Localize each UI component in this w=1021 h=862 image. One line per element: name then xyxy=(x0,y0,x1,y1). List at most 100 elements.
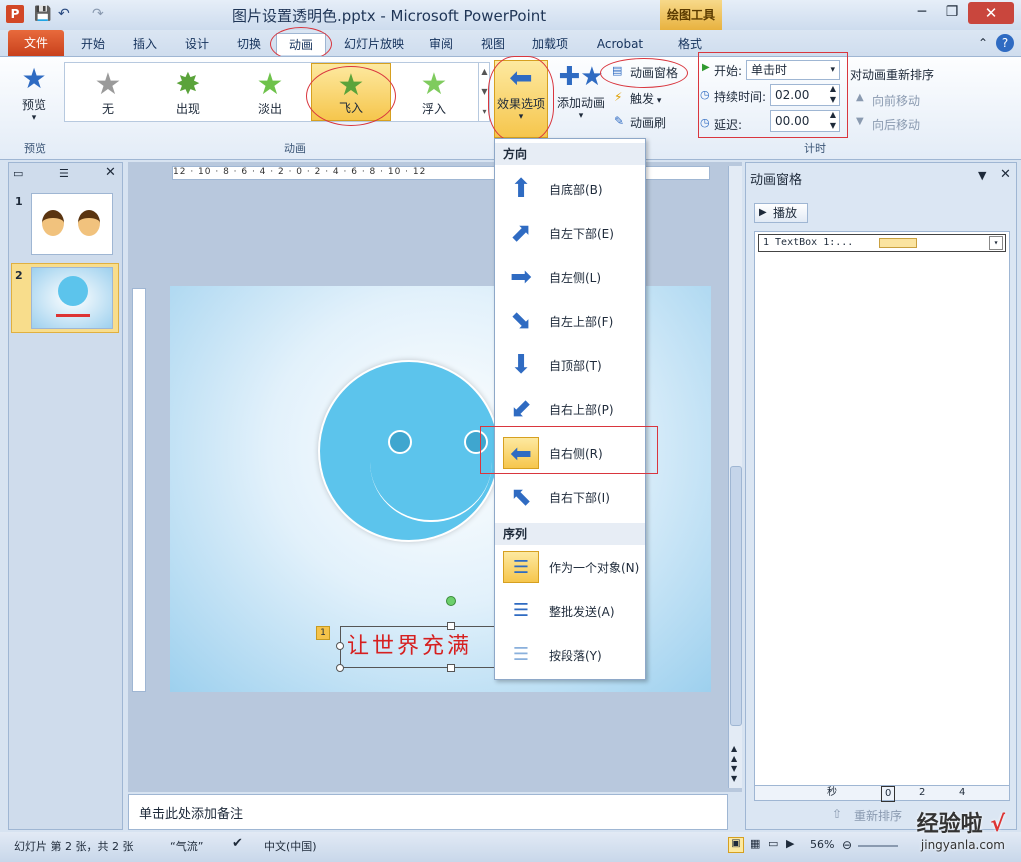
scroll-thumb[interactable] xyxy=(730,466,742,726)
add-animation-button[interactable]: ✚★ 添加动画 ▾ xyxy=(556,60,606,134)
watermark: 经验啦 √ jingyanla.com xyxy=(916,812,1005,852)
spinner-icon[interactable]: ▲ ▼ xyxy=(830,109,836,131)
slides-tab-icon[interactable]: ▭ xyxy=(13,167,23,180)
reading-view-icon[interactable]: ▭ xyxy=(768,837,778,850)
menu-item-from-top-left[interactable]: ⬊ 自左上部(F) xyxy=(495,299,645,343)
timeline-zero: 0 xyxy=(881,786,896,802)
star-icon: ★ xyxy=(94,67,122,102)
powerpoint-icon[interactable]: P xyxy=(6,5,24,23)
menu-item-as-one-object[interactable]: ☰ 作为一个对象(N) xyxy=(495,545,645,589)
chevron-down-icon[interactable]: ▾ xyxy=(989,236,1003,250)
smiley-face-shape[interactable] xyxy=(318,360,500,542)
resize-handle[interactable] xyxy=(447,622,455,630)
animation-list-item[interactable]: 1 TextBox 1:... ▾ xyxy=(758,234,1006,252)
window-title: 图片设置透明色.pptx - Microsoft PowerPoint xyxy=(232,7,547,25)
play-icon: ▶ xyxy=(759,207,767,218)
undo-icon[interactable]: ↶ xyxy=(58,6,70,22)
close-pane-icon[interactable]: ✕ xyxy=(1000,167,1011,182)
close-panel-icon[interactable]: ✕ xyxy=(105,165,116,180)
animation-painter-button[interactable]: ✎ 动画刷 xyxy=(614,114,666,131)
menu-item-by-paragraph[interactable]: ☰ 按段落(Y) xyxy=(495,633,645,677)
arrow-up-icon: ⬆ xyxy=(510,174,532,204)
pane-options-icon[interactable]: ▼ xyxy=(978,169,986,182)
add-star-icon: ✚★ xyxy=(558,62,604,92)
menu-item-from-left[interactable]: ➡ 自左侧(L) xyxy=(495,255,645,299)
vertical-scrollbar[interactable]: ▲ ▲ ▼ ▼ xyxy=(728,166,742,788)
gallery-item-appear[interactable]: ✸ 出现 xyxy=(149,63,227,121)
delay-input[interactable]: 00.00 ▲ ▼ xyxy=(770,110,840,132)
timing-group-label: 计时 xyxy=(804,142,826,155)
tab-transitions[interactable]: 切换 xyxy=(226,33,272,55)
resize-handle[interactable] xyxy=(447,664,455,672)
timeline-two: 2 xyxy=(919,787,926,798)
save-icon[interactable]: 💾 xyxy=(34,6,51,22)
collapse-ribbon-icon[interactable]: ⌃ xyxy=(978,36,988,50)
slide-thumbnail-1[interactable] xyxy=(31,193,113,255)
zoom-out-icon[interactable]: ⊖ xyxy=(842,838,852,852)
redo-icon[interactable]: ↷ xyxy=(92,6,104,22)
menu-item-from-top[interactable]: ⬇ 自顶部(T) xyxy=(495,343,645,387)
resize-handle[interactable] xyxy=(336,664,344,672)
arrow-down-left-icon: ⬋ xyxy=(510,394,532,424)
slide-number-2: 2 xyxy=(15,269,23,282)
theme-name: “气流” xyxy=(170,840,204,853)
chevron-down-icon: ▾ xyxy=(578,111,584,121)
cartoon-face-image xyxy=(42,210,64,236)
move-later-button[interactable]: ▼ 向后移动 xyxy=(856,116,920,133)
zoom-slider[interactable] xyxy=(858,845,898,847)
reorder-button[interactable]: ⇧ 重新排序 xyxy=(832,807,902,824)
rotate-handle[interactable] xyxy=(446,596,456,606)
spellcheck-icon[interactable]: ✔ xyxy=(232,836,243,851)
tab-view[interactable]: 视图 xyxy=(470,33,516,55)
slide-sorter-icon[interactable]: ▦ xyxy=(750,837,760,850)
tab-slideshow[interactable]: 幻灯片放映 xyxy=(334,33,414,55)
language[interactable]: 中文(中国) xyxy=(264,838,317,854)
tab-review[interactable]: 审阅 xyxy=(418,33,464,55)
gallery-item-fade[interactable]: ★ 淡出 xyxy=(231,63,309,121)
tab-acrobat[interactable]: Acrobat xyxy=(588,33,652,55)
spinner-icon[interactable]: ▲ ▼ xyxy=(830,83,836,105)
restore-button[interactable]: ❐ xyxy=(938,4,966,24)
tab-addins[interactable]: 加载项 xyxy=(522,33,578,55)
menu-item-all-at-once[interactable]: ☰ 整批发送(A) xyxy=(495,589,645,633)
left-eye-shape xyxy=(388,430,412,454)
zoom-level[interactable]: 56% xyxy=(810,838,834,851)
cartoon-face-image xyxy=(78,210,100,236)
menu-item-from-bottom[interactable]: ⬆ 自底部(B) xyxy=(495,167,645,211)
animation-order-tag[interactable]: 1 xyxy=(316,626,330,640)
tab-design[interactable]: 设计 xyxy=(174,33,220,55)
preview-button[interactable]: ★ 预览 ▾ xyxy=(14,62,54,136)
arrow-down-icon: ⬇ xyxy=(510,350,532,380)
normal-view-icon[interactable]: ▣ xyxy=(728,837,744,853)
tab-file[interactable]: 文件 xyxy=(8,30,64,56)
minimize-button[interactable]: ─ xyxy=(908,4,936,24)
slide-textbox[interactable]: 让世界充满 xyxy=(340,626,500,668)
menu-item-from-bottom-left[interactable]: ⬈ 自左下部(E) xyxy=(495,211,645,255)
annotation-ring-effect-options xyxy=(488,56,554,142)
drawing-tools-context: 绘图工具 xyxy=(660,0,722,30)
gallery-item-none[interactable]: ★ 无 xyxy=(69,63,147,121)
menu-item-from-bottom-right[interactable]: ⬉ 自右下部(I) xyxy=(495,475,645,519)
tab-home[interactable]: 开始 xyxy=(70,33,116,55)
duration-input[interactable]: 02.00 ▲ ▼ xyxy=(770,84,840,106)
resize-handle[interactable] xyxy=(336,642,344,650)
start-select[interactable]: 单击时 ▾ xyxy=(746,60,840,80)
move-earlier-button[interactable]: ▲ 向前移动 xyxy=(856,92,920,109)
seconds-dropdown[interactable]: 秒 xyxy=(827,786,837,800)
slide-thumbnail-2[interactable] xyxy=(31,267,113,329)
direction-header: 方向 xyxy=(495,143,645,165)
help-icon[interactable]: ? xyxy=(996,34,1014,52)
gallery-item-float-in[interactable]: ★ 浮入 xyxy=(395,63,473,121)
play-button[interactable]: ▶ 播放 xyxy=(754,203,808,223)
trigger-button[interactable]: ⚡ 触发 ▾ xyxy=(614,90,661,107)
prev-next-slide-icon[interactable]: ▲ ▲ ▼ ▼ xyxy=(731,744,737,784)
arrow-right-icon: ➡ xyxy=(510,262,532,292)
slideshow-icon[interactable]: ▶ xyxy=(786,837,794,850)
notes-pane[interactable]: 单击此处添加备注 xyxy=(128,794,728,830)
close-button[interactable]: ✕ xyxy=(968,2,1014,24)
outline-tab-icon[interactable]: ☰ xyxy=(59,167,69,180)
tab-insert[interactable]: 插入 xyxy=(122,33,168,55)
menu-item-from-top-right[interactable]: ⬋ 自右上部(P) xyxy=(495,387,645,431)
timeline-bar: 秒 0 2 4 xyxy=(754,785,1010,802)
slides-panel: ▭ ☰ ✕ 1 2 xyxy=(8,162,123,830)
